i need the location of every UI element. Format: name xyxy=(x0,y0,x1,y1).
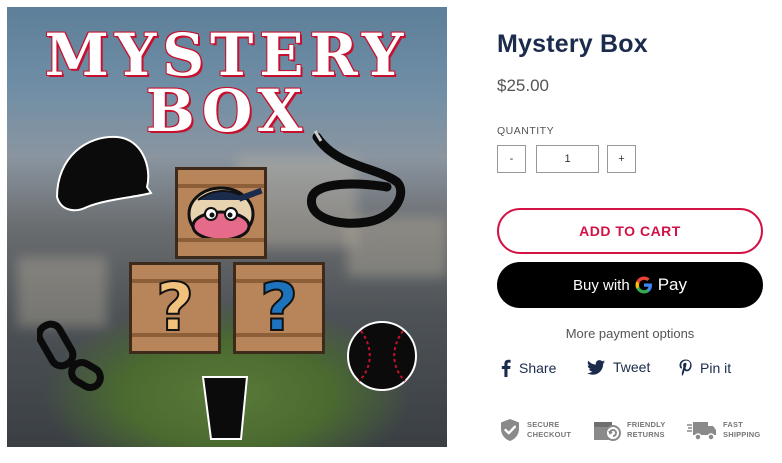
product-info-panel: Mystery Box $25.00 QUANTITY - + ADD TO C… xyxy=(497,0,767,463)
gpay-prefix: Buy with xyxy=(573,276,630,294)
secure-checkout-badge: Secure Checkout xyxy=(499,418,571,442)
more-payment-options-link[interactable]: More payment options xyxy=(497,326,763,341)
google-pay-button[interactable]: Buy with Pay xyxy=(497,262,763,308)
crate-left: ? xyxy=(129,262,221,354)
friendly-returns-badge: Friendly Returns xyxy=(593,418,665,442)
quantity-label: QUANTITY xyxy=(497,125,555,137)
fast-shipping-badge: Fast Shipping xyxy=(687,418,760,442)
cup-icon xyxy=(201,376,249,440)
returns-line2: Returns xyxy=(627,430,665,439)
baseball-icon xyxy=(347,321,417,391)
share-twitter-link[interactable]: Tweet xyxy=(587,359,650,375)
google-g-icon xyxy=(635,276,653,294)
carabiner-icon xyxy=(37,320,104,391)
crate-right: ? xyxy=(233,262,325,354)
shipping-line2: Shipping xyxy=(723,430,761,439)
share-pinterest-label: Pin it xyxy=(700,359,732,376)
lanyard-icon xyxy=(307,130,406,228)
gpay-word: Pay xyxy=(657,275,687,294)
shipping-line1: Fast xyxy=(723,420,743,429)
quantity-increase-button[interactable]: + xyxy=(607,145,636,173)
share-row: Share Tweet Pin it xyxy=(497,359,767,381)
quantity-input[interactable] xyxy=(536,145,599,173)
quantity-decrease-button[interactable]: - xyxy=(497,145,526,173)
returns-box-icon xyxy=(594,422,621,441)
product-title: Mystery Box xyxy=(497,30,648,58)
crate-top xyxy=(175,167,267,259)
product-image[interactable]: MYSTERY BOX ? ? xyxy=(7,7,447,447)
facebook-icon xyxy=(501,359,511,377)
cap-icon xyxy=(55,135,153,212)
crate-right-question-mark: ? xyxy=(259,268,299,347)
share-facebook-label: Share xyxy=(519,360,557,376)
shield-check-icon xyxy=(501,419,519,441)
share-twitter-label: Tweet xyxy=(613,359,651,375)
share-pinterest-link[interactable]: Pin it xyxy=(679,359,731,376)
truck-icon xyxy=(687,422,716,441)
secure-line1: Secure xyxy=(527,420,560,429)
pinterest-icon xyxy=(679,359,692,376)
returns-line1: Friendly xyxy=(627,420,666,429)
add-to-cart-button[interactable]: ADD TO CART xyxy=(497,208,763,254)
twitter-icon xyxy=(587,359,605,375)
product-price: $25.00 xyxy=(497,76,549,95)
trust-badges: Secure Checkout Friendly Returns xyxy=(497,418,767,448)
share-facebook-link[interactable]: Share xyxy=(501,359,556,377)
crate-left-question-mark: ? xyxy=(155,268,195,347)
oyster-mascot-icon xyxy=(187,186,263,242)
secure-line2: Checkout xyxy=(527,430,572,439)
